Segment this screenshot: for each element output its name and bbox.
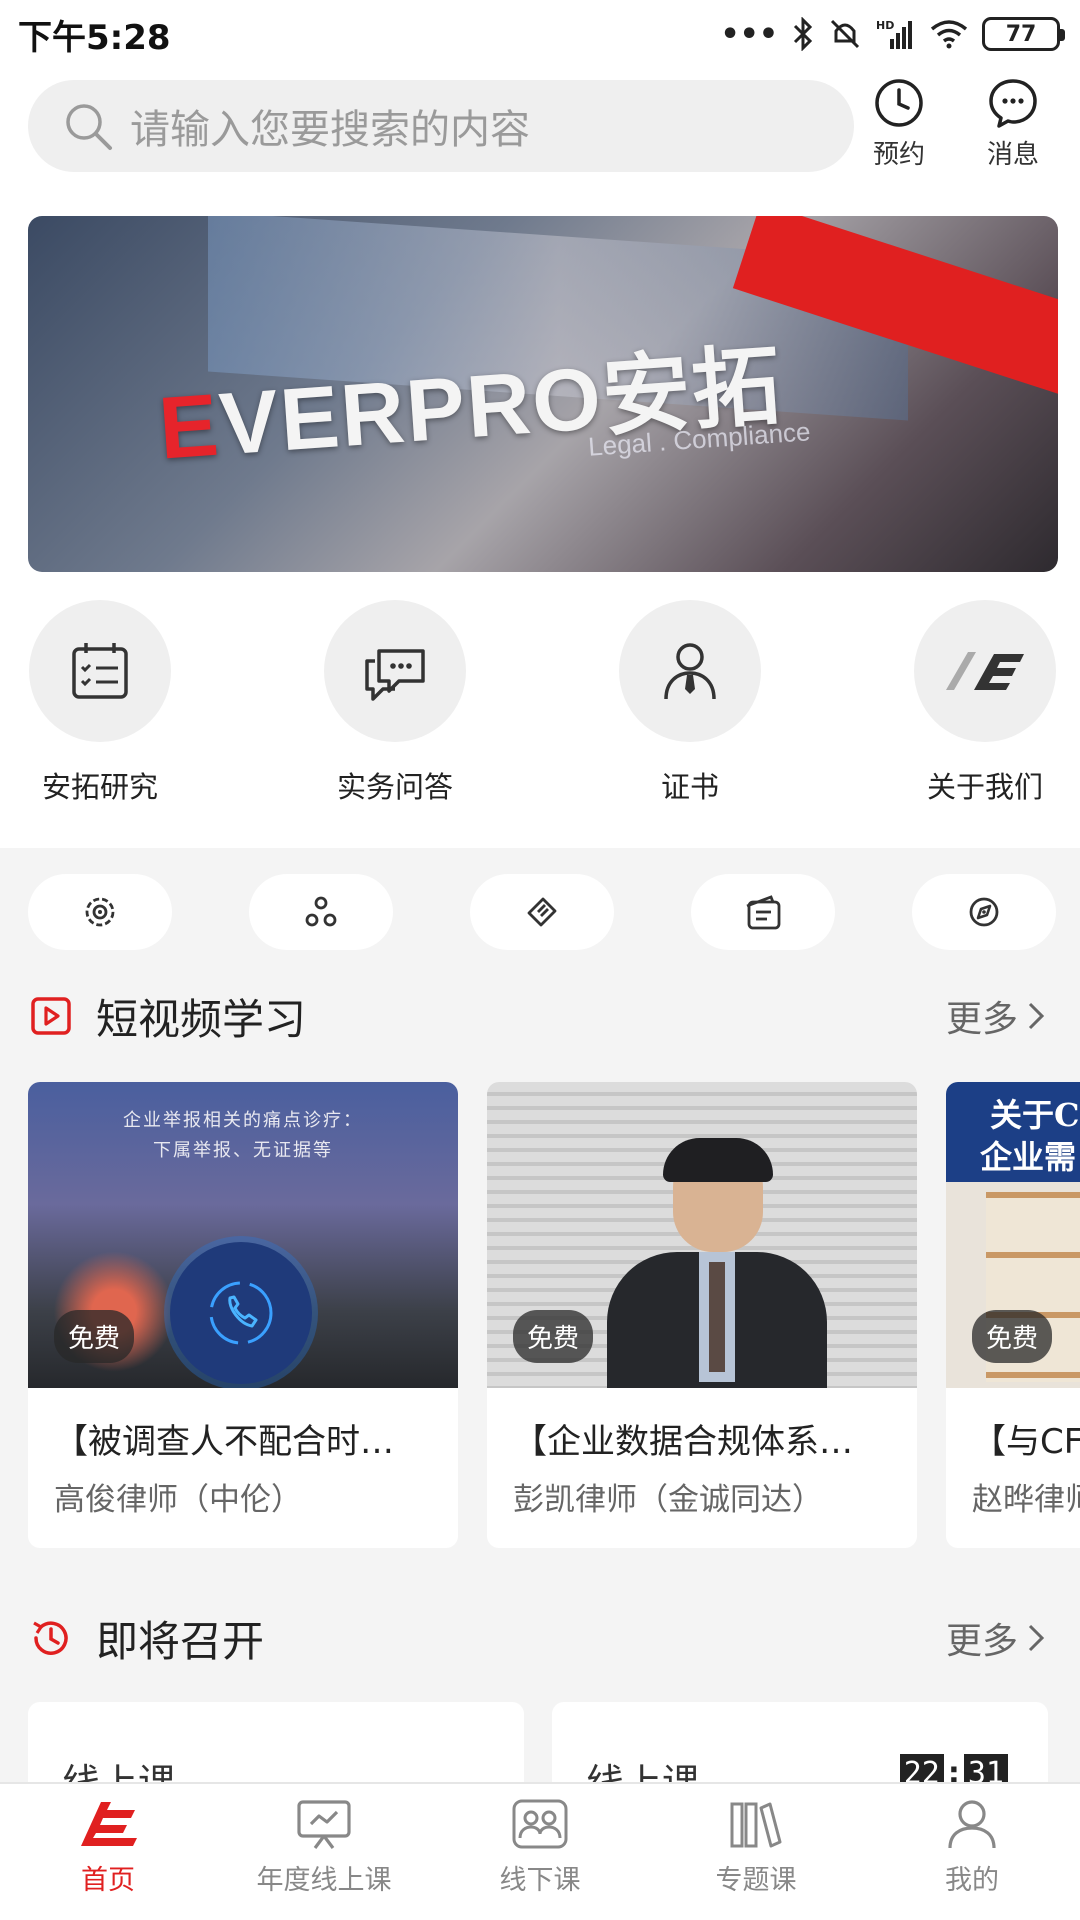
battery-indicator: 77: [982, 17, 1065, 51]
tab-label: 首页: [81, 1865, 135, 1896]
tab-label: 线下课: [499, 1865, 581, 1896]
tab-label: 专题课: [715, 1865, 797, 1896]
pill-button[interactable]: [912, 874, 1056, 950]
more-link[interactable]: 更多: [946, 1612, 1046, 1664]
chat-bubbles-icon: [365, 649, 425, 701]
ticket-icon: [527, 897, 557, 927]
tab-profile[interactable]: 我的: [872, 1798, 1072, 1897]
quick-links: 安拓研究 实务问答 证书 关于我们: [0, 600, 1080, 820]
video-card[interactable]: 企业举报相关的痛点诊疗： 下属举报、无证据等 免费 【被调查人不配合时… 高俊律…: [28, 1082, 458, 1548]
more-dots-icon: •••: [720, 16, 778, 52]
section-title: 短视频学习: [96, 994, 307, 1044]
quick-link-research[interactable]: 安拓研究: [0, 600, 200, 806]
video-title: 【被调查人不配合时…: [54, 1422, 394, 1462]
quick-link-label: 实务问答: [336, 770, 453, 804]
video-play-icon: [31, 997, 71, 1035]
wifi-icon: [930, 20, 968, 49]
bottom-nav: 首页 年度线上课 线下课 专题课 我的: [0, 1782, 1080, 1920]
quick-link-label: 关于我们: [926, 770, 1043, 804]
pill-button[interactable]: [249, 874, 393, 950]
search-placeholder: 请输入您要搜索的内容: [130, 107, 530, 153]
target-icon: [85, 897, 115, 927]
more-link[interactable]: 更多: [946, 990, 1046, 1042]
video-speaker: 赵晔律师: [972, 1482, 1080, 1518]
everpro-logo-icon: [946, 652, 1024, 690]
chevron-right-icon: [1028, 1624, 1045, 1652]
user-icon: [948, 1800, 996, 1849]
video-title: 【企业数据合规体系…: [513, 1422, 853, 1462]
appointment-button[interactable]: 预约: [854, 76, 944, 176]
pill-button[interactable]: [28, 874, 172, 950]
group-people-icon: [512, 1799, 568, 1849]
quick-link-label: 安拓研究: [41, 770, 158, 804]
thumb-caption-line: 企业需: [980, 1138, 1077, 1176]
quick-link-qa[interactable]: 实务问答: [295, 600, 495, 806]
bluetooth-icon: [793, 17, 813, 51]
thumb-caption-line: 企业举报相关的痛点诊疗：: [123, 1110, 363, 1131]
tab-annual-online[interactable]: 年度线上课: [224, 1798, 424, 1897]
messages-button[interactable]: 消息: [968, 76, 1058, 176]
tab-topic-course[interactable]: 专题课: [656, 1798, 856, 1897]
quick-link-certificate[interactable]: 证书: [590, 600, 790, 806]
compass-icon: [969, 897, 999, 927]
more-label: 更多: [945, 1621, 1018, 1662]
presentation-board-icon: [297, 1800, 351, 1849]
status-bar: 下午5:28 ••• HD 77: [0, 0, 1080, 68]
tab-label: 年度线上课: [256, 1865, 392, 1896]
battery-level: 77: [1005, 21, 1037, 47]
short-video-header: 短视频学习 更多: [0, 976, 1080, 1056]
free-badge: 免费: [54, 1310, 135, 1363]
svg-text:HD: HD: [876, 19, 894, 32]
top-header: 请输入您要搜索的内容 预约 消息: [0, 68, 1080, 208]
section-title: 即将召开: [96, 1616, 265, 1666]
short-video-list: 企业举报相关的痛点诊疗： 下属举报、无证据等 免费 【被调查人不配合时… 高俊律…: [0, 1082, 1080, 1548]
speaker-photo: [607, 1138, 827, 1388]
tab-label: 我的: [945, 1865, 999, 1896]
category-pills: [0, 874, 1080, 950]
more-label: 更多: [945, 999, 1018, 1040]
search-input[interactable]: 请输入您要搜索的内容: [28, 80, 854, 172]
person-tie-icon: [664, 643, 716, 700]
messages-label: 消息: [986, 140, 1039, 170]
free-badge: 免费: [513, 1310, 594, 1363]
history-clock-icon: [33, 1621, 68, 1655]
calendar-checklist-icon: [72, 643, 128, 699]
pill-button[interactable]: [691, 874, 835, 950]
everpro-home-icon: [81, 1802, 137, 1846]
search-icon: [66, 104, 112, 150]
pill-button[interactable]: [470, 874, 614, 950]
triangle-nodes-icon: [305, 896, 337, 927]
chevron-right-icon: [1028, 1002, 1045, 1030]
tab-offline-course[interactable]: 线下课: [440, 1798, 640, 1897]
thumb-caption-line: 下属举报、无证据等: [153, 1140, 333, 1161]
phone-icon: [170, 1242, 312, 1384]
video-card[interactable]: 关于C 企业需 免费 【与CF 赵晔律师: [946, 1082, 1080, 1548]
video-card[interactable]: 免费 【企业数据合规体系… 彭凯律师（金诚同达）: [487, 1082, 917, 1548]
video-speaker: 高俊律师（中伦）: [54, 1482, 302, 1518]
video-speaker: 彭凯律师（金诚同达）: [513, 1482, 823, 1518]
upcoming-header: 即将召开 更多: [0, 1598, 1080, 1678]
banner-brand-initial: E: [155, 374, 224, 478]
video-title: 【与CF: [972, 1422, 1080, 1462]
quick-link-label: 证书: [660, 770, 719, 804]
tab-home[interactable]: 首页: [8, 1798, 208, 1897]
status-time: 下午5:28: [18, 17, 171, 58]
free-badge: 免费: [972, 1310, 1053, 1363]
mute-icon: [830, 19, 860, 49]
appointment-label: 预约: [872, 140, 925, 170]
signal-icon: HD: [876, 19, 912, 49]
clock-icon: [875, 79, 923, 127]
books-icon: [730, 1802, 782, 1848]
quick-link-about[interactable]: 关于我们: [885, 600, 1080, 806]
message-bubble-icon: [989, 79, 1037, 128]
promo-banner[interactable]: EVERPRO安拓 Legal . Compliance: [28, 216, 1058, 572]
notebook-icon: [746, 895, 781, 930]
thumb-caption-line: 关于C: [990, 1096, 1080, 1134]
